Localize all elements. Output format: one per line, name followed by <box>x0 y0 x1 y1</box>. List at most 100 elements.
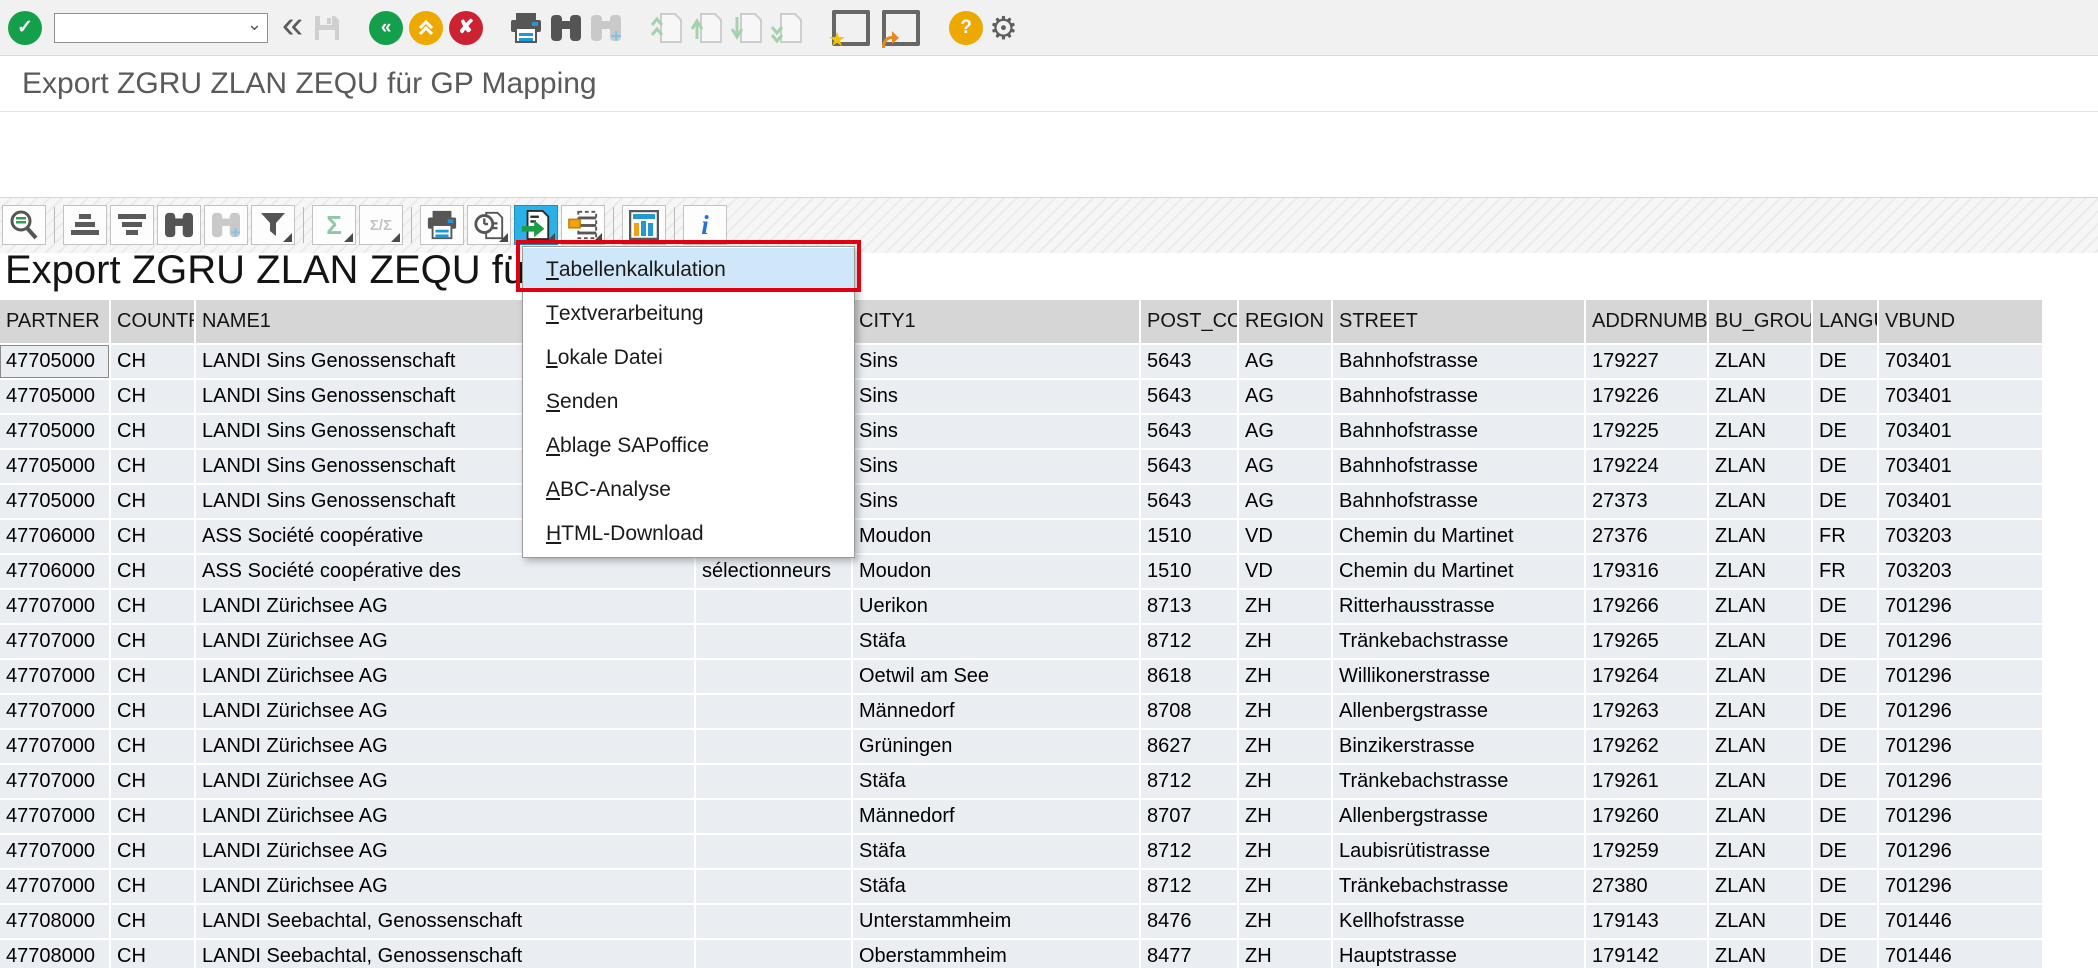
table-cell[interactable]: 47705000 <box>0 449 110 484</box>
table-cell[interactable]: ZLAN <box>1708 624 1812 659</box>
graphic-button[interactable] <box>622 205 666 245</box>
table-cell[interactable]: ZLAN <box>1708 869 1812 904</box>
table-cell[interactable]: ZLAN <box>1708 519 1812 554</box>
table-cell[interactable]: ZLAN <box>1708 554 1812 589</box>
table-cell[interactable]: ZH <box>1238 694 1332 729</box>
table-cell[interactable]: DE <box>1812 729 1878 764</box>
table-cell[interactable]: Hauptstrasse <box>1332 939 1585 968</box>
column-header[interactable]: POST_CODE1 <box>1140 300 1238 344</box>
table-cell[interactable] <box>695 729 852 764</box>
table-cell[interactable]: ZLAN <box>1708 799 1812 834</box>
table-cell[interactable]: 179259 <box>1585 834 1708 869</box>
table-cell[interactable]: 703401 <box>1878 449 2043 484</box>
info-button[interactable]: i <box>683 205 727 245</box>
table-cell[interactable]: ZLAN <box>1708 589 1812 624</box>
table-cell[interactable]: FR <box>1812 554 1878 589</box>
column-header[interactable]: STREET <box>1332 300 1585 344</box>
table-cell[interactable]: 47707000 <box>0 659 110 694</box>
table-cell[interactable]: Sins <box>852 344 1140 379</box>
table-cell[interactable]: Moudon <box>852 519 1140 554</box>
table-cell[interactable]: CH <box>110 904 195 939</box>
table-cell[interactable]: DE <box>1812 834 1878 869</box>
find-button[interactable] <box>157 205 201 245</box>
table-cell[interactable]: LANDI Zürichsee AG <box>195 869 695 904</box>
new-session-icon[interactable]: ★ <box>832 10 870 46</box>
table-cell[interactable] <box>695 904 852 939</box>
menu-item-abc-analyse[interactable]: ABC-Analyse <box>523 468 854 512</box>
table-cell[interactable]: 701296 <box>1878 764 2043 799</box>
table-cell[interactable] <box>695 764 852 799</box>
table-cell[interactable]: 701296 <box>1878 869 2043 904</box>
table-cell[interactable]: 179227 <box>1585 344 1708 379</box>
details-button[interactable] <box>2 205 46 245</box>
menu-item-ablage-sapoffice[interactable]: Ablage SAPoffice <box>523 424 854 468</box>
table-cell[interactable]: CH <box>110 659 195 694</box>
table-cell[interactable]: CH <box>110 764 195 799</box>
column-header[interactable]: LANGU <box>1812 300 1878 344</box>
table-cell[interactable]: 703203 <box>1878 519 2043 554</box>
table-cell[interactable]: DE <box>1812 764 1878 799</box>
command-input[interactable] <box>54 13 268 43</box>
table-cell[interactable]: 8618 <box>1140 659 1238 694</box>
table-cell[interactable]: AG <box>1238 344 1332 379</box>
table-cell[interactable]: FR <box>1812 519 1878 554</box>
table-cell[interactable]: ZH <box>1238 659 1332 694</box>
table-cell[interactable]: 179225 <box>1585 414 1708 449</box>
table-cell[interactable]: LANDI Zürichsee AG <box>195 764 695 799</box>
table-cell[interactable]: AG <box>1238 484 1332 519</box>
table-cell[interactable]: 179264 <box>1585 659 1708 694</box>
table-cell[interactable]: Allenbergstrasse <box>1332 694 1585 729</box>
table-cell[interactable]: ZLAN <box>1708 484 1812 519</box>
table-cell[interactable]: ZH <box>1238 869 1332 904</box>
table-cell[interactable]: CH <box>110 379 195 414</box>
table-cell[interactable]: 5643 <box>1140 379 1238 414</box>
table-cell[interactable]: 703401 <box>1878 379 2043 414</box>
table-cell[interactable]: ZLAN <box>1708 414 1812 449</box>
table-cell[interactable]: Bahnhofstrasse <box>1332 414 1585 449</box>
table-cell[interactable]: LANDI Zürichsee AG <box>195 834 695 869</box>
table-cell[interactable]: ZLAN <box>1708 379 1812 414</box>
table-cell[interactable]: DE <box>1812 379 1878 414</box>
table-cell[interactable]: Unterstammheim <box>852 904 1140 939</box>
table-cell[interactable]: Sins <box>852 379 1140 414</box>
table-cell[interactable]: DE <box>1812 939 1878 968</box>
table-cell[interactable]: ZLAN <box>1708 764 1812 799</box>
table-cell[interactable]: 179265 <box>1585 624 1708 659</box>
table-cell[interactable]: 5643 <box>1140 344 1238 379</box>
table-cell[interactable]: Bahnhofstrasse <box>1332 484 1585 519</box>
print-preview-button[interactable] <box>467 205 511 245</box>
table-cell[interactable]: Bahnhofstrasse <box>1332 344 1585 379</box>
table-cell[interactable]: 5643 <box>1140 414 1238 449</box>
table-cell[interactable] <box>695 799 852 834</box>
table-cell[interactable]: LANDI Zürichsee AG <box>195 729 695 764</box>
table-cell[interactable]: 47707000 <box>0 694 110 729</box>
table-cell[interactable]: DE <box>1812 624 1878 659</box>
table-cell[interactable]: Bahnhofstrasse <box>1332 379 1585 414</box>
table-cell[interactable]: Chemin du Martinet <box>1332 519 1585 554</box>
table-cell[interactable]: 701296 <box>1878 799 2043 834</box>
table-cell[interactable]: 1510 <box>1140 519 1238 554</box>
collapse-toolbar-icon[interactable]: « <box>282 10 303 40</box>
help-button[interactable]: ? <box>949 11 983 45</box>
find-icon[interactable] <box>549 13 583 43</box>
table-cell[interactable]: Tränkebachstrasse <box>1332 869 1585 904</box>
table-cell[interactable]: DE <box>1812 589 1878 624</box>
table-cell[interactable]: LANDI Zürichsee AG <box>195 589 695 624</box>
table-cell[interactable]: Sins <box>852 484 1140 519</box>
table-cell[interactable] <box>695 589 852 624</box>
filter-button[interactable] <box>251 205 295 245</box>
table-cell[interactable]: 47707000 <box>0 589 110 624</box>
table-cell[interactable]: VD <box>1238 554 1332 589</box>
table-cell[interactable]: 703401 <box>1878 344 2043 379</box>
back-button[interactable]: « <box>369 11 403 45</box>
table-cell[interactable]: 47707000 <box>0 764 110 799</box>
table-cell[interactable]: 47707000 <box>0 624 110 659</box>
table-cell[interactable]: ZH <box>1238 624 1332 659</box>
table-cell[interactable]: Sins <box>852 414 1140 449</box>
create-shortcut-icon[interactable] <box>882 10 920 46</box>
table-cell[interactable]: 701296 <box>1878 729 2043 764</box>
table-cell[interactable]: CH <box>110 869 195 904</box>
table-cell[interactable]: DE <box>1812 694 1878 729</box>
table-cell[interactable]: CH <box>110 624 195 659</box>
print-button-alv[interactable] <box>420 205 464 245</box>
